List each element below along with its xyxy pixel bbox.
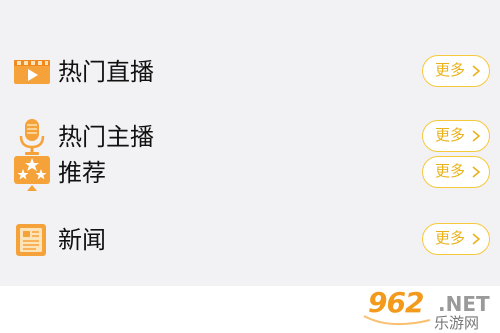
watermark-site-name: 乐游网 — [434, 314, 480, 332]
more-button-label: 更多 — [435, 162, 466, 180]
more-button-label: 更多 — [435, 126, 466, 144]
section-row-news: 新闻 更多 — [0, 220, 500, 260]
section-title: 热门直播 — [58, 58, 154, 86]
watermark-number: 962 — [368, 286, 424, 319]
chevron-right-icon — [471, 65, 481, 77]
section-title: 新闻 — [58, 226, 106, 254]
more-button-label: 更多 — [435, 229, 466, 247]
section-row-hot-anchor: 热门主播 更多 — [0, 117, 500, 157]
section-title: 推荐 — [58, 159, 106, 187]
section-title: 热门主播 — [58, 123, 154, 151]
more-button-recommend[interactable]: 更多 — [422, 156, 490, 188]
chevron-right-icon — [471, 233, 481, 245]
more-button-news[interactable]: 更多 — [422, 223, 490, 255]
section-row-hot-live: 热门直播 更多 — [0, 52, 500, 92]
microphone-icon — [14, 119, 50, 155]
live-video-icon — [14, 54, 50, 90]
chevron-right-icon — [471, 130, 481, 142]
more-button-label: 更多 — [435, 61, 466, 79]
watermark-domain: .NET — [438, 292, 490, 316]
chevron-right-icon — [471, 166, 481, 178]
more-button-hot-anchor[interactable]: 更多 — [422, 120, 490, 152]
stars-recommend-icon — [14, 155, 50, 191]
section-row-recommend: 推荐 更多 — [0, 153, 500, 193]
news-icon — [14, 222, 50, 258]
more-button-hot-live[interactable]: 更多 — [422, 55, 490, 87]
site-watermark: 962 .NET 乐游网 — [360, 286, 500, 333]
section-list-panel: 热门直播 更多 热门主播 更多 推荐 更多 新闻 更多 — [0, 0, 500, 286]
